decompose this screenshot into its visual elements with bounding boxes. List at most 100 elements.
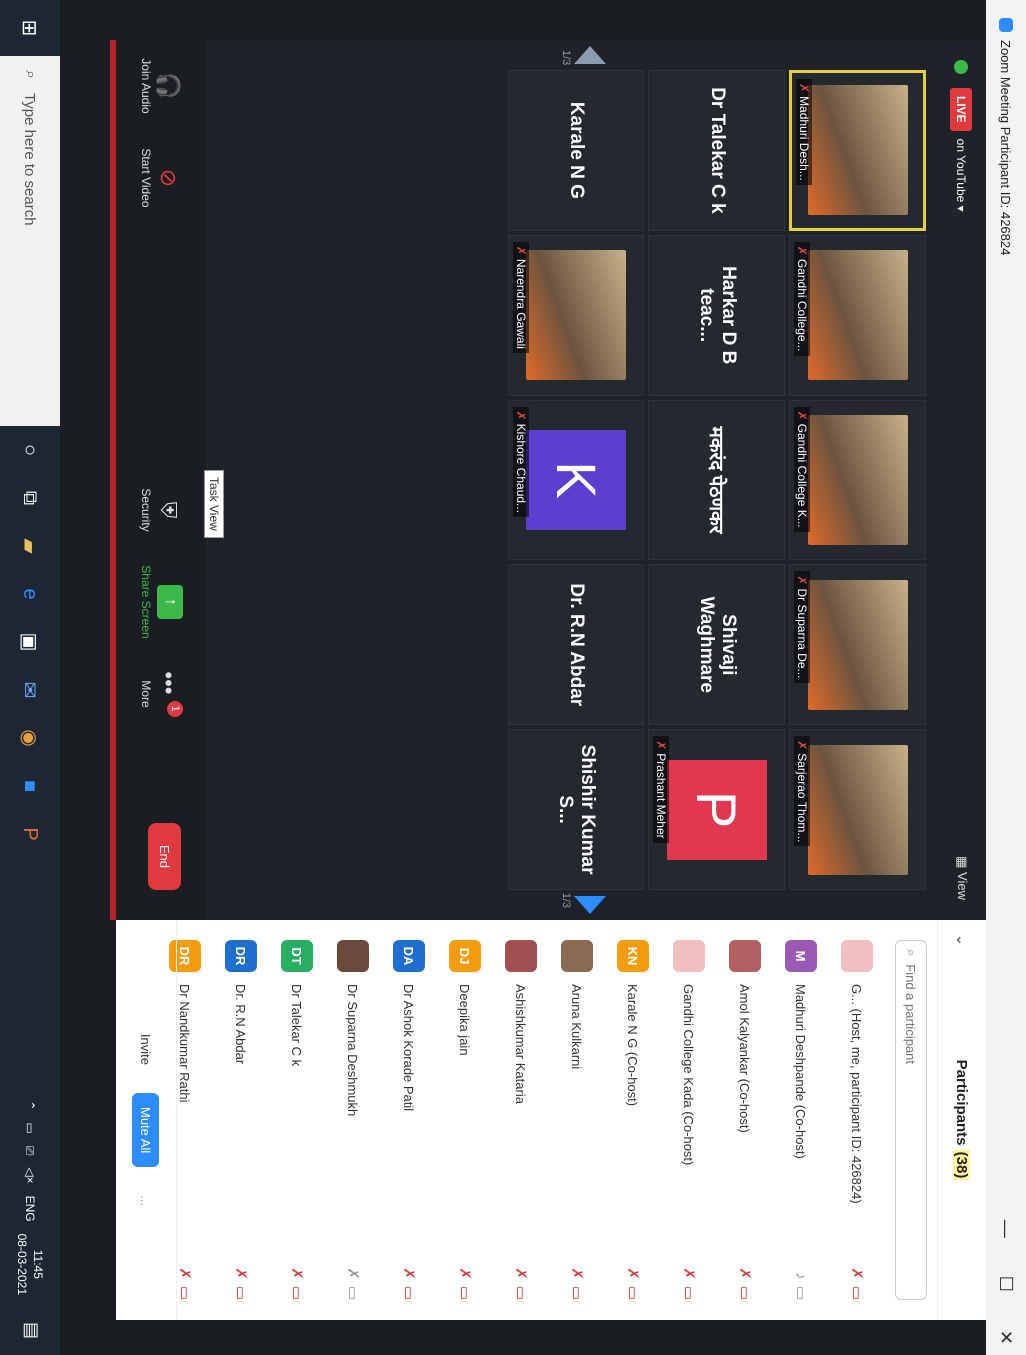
mic-muted-icon[interactable]: ✗ <box>400 1267 417 1280</box>
windows-start-icon[interactable]: ⊞ <box>18 0 43 56</box>
participant-row[interactable]: M Madhuri Deshpande (Co-host) ♪▭ <box>773 920 829 1320</box>
file-explorer-icon[interactable]: ▰ <box>18 522 43 570</box>
video-tile[interactable]: ✗ Narendra Gawali <box>507 234 645 396</box>
view-button[interactable]: ▦ View <box>954 856 970 900</box>
video-off-icon[interactable]: ▭ <box>344 1286 361 1300</box>
end-meeting-button[interactable]: End <box>148 822 181 890</box>
mic-icon[interactable]: ♪ <box>792 1272 809 1280</box>
window-title: Zoom Meeting Participant ID: 426824 <box>998 40 1014 256</box>
participant-status-icons: ✗▭ <box>512 1267 530 1300</box>
mic-muted-icon[interactable]: ✗ <box>176 1267 193 1280</box>
tray-chevron-icon[interactable]: ⌃ <box>23 1100 37 1110</box>
video-off-icon[interactable]: ▭ <box>568 1286 585 1300</box>
video-tile[interactable]: Karale N G <box>507 70 645 231</box>
close-button[interactable]: ✕ <box>996 1330 1017 1345</box>
view-label: View <box>955 872 970 900</box>
video-tile[interactable]: ✗ Sarjerao Thom... <box>789 729 926 890</box>
mic-muted-icon[interactable]: ✗ <box>288 1267 305 1280</box>
system-tray: ⌃ ▭ ⎚ ◁× ENG 11:45 08-03-2021 <box>0 1100 60 1295</box>
video-off-icon[interactable]: ▭ <box>512 1286 529 1300</box>
mic-muted-icon[interactable]: ✗ <box>456 1267 473 1280</box>
video-tile[interactable]: Shivaji Waghmare <box>648 564 786 726</box>
powerpoint-icon[interactable]: P <box>19 810 42 858</box>
page-indicator-left: 1/3 <box>560 50 572 66</box>
video-off-icon[interactable]: ▭ <box>456 1286 473 1300</box>
edge-icon[interactable]: e <box>19 570 42 618</box>
participant-row[interactable]: Amol Kalyankar (Co-host) ✗▭ <box>717 920 773 1320</box>
chrome-icon[interactable]: ◉ <box>18 714 43 762</box>
video-off-icon[interactable]: ▭ <box>848 1286 865 1300</box>
video-tile[interactable]: Harkar D B teac... <box>648 234 786 396</box>
mic-muted-icon[interactable]: ✗ <box>512 1267 529 1280</box>
more-button[interactable]: ••• 1 More <box>139 648 183 740</box>
live-on-youtube-dropdown[interactable]: on YouTube ▾ <box>954 139 968 212</box>
prev-page-arrow-icon[interactable] <box>574 46 606 64</box>
video-tile[interactable]: ✗ Gandhi College K... <box>789 399 926 561</box>
video-tile[interactable]: Dr. R.N Abdar <box>507 564 645 726</box>
live-badge[interactable]: LIVE <box>950 88 972 131</box>
participant-name: Ashishkumar Kataria <box>513 984 529 1104</box>
mic-muted-icon[interactable]: ✗ <box>680 1267 697 1280</box>
video-off-icon[interactable]: ▭ <box>176 1286 193 1300</box>
participant-row[interactable]: Ashishkumar Kataria ✗▭ <box>493 920 549 1320</box>
participant-row[interactable]: DR Dr. R.N Abdar ✗▭ <box>213 920 269 1320</box>
video-tile[interactable]: ✗ Dr Suparna De... <box>789 564 926 726</box>
video-tile[interactable]: मकरंद पेठणकर <box>648 399 786 561</box>
video-tile[interactable]: P ✗ Prashant Meher <box>648 729 786 890</box>
start-video-button[interactable]: ⊘ Start Video <box>139 132 183 224</box>
video-off-icon[interactable]: ▭ <box>232 1286 249 1300</box>
participant-row[interactable]: DA Dr Ashok Korade Patil ✗▭ <box>381 920 437 1320</box>
chevron-down-icon[interactable]: ⌄ <box>954 934 971 946</box>
video-off-icon[interactable]: ▭ <box>624 1286 641 1300</box>
task-view-icon[interactable]: ⧉ <box>19 474 42 522</box>
minimize-button[interactable]: — <box>996 1220 1017 1238</box>
next-page-arrow-icon[interactable] <box>574 896 606 914</box>
participant-row[interactable]: G... (Host, me, participant ID: 426824) ✗… <box>829 920 885 1320</box>
mic-muted-icon[interactable]: ✗ <box>736 1267 753 1280</box>
invite-button[interactable]: Invite <box>133 1024 160 1075</box>
zoom-taskbar-icon[interactable]: ■ <box>19 762 42 810</box>
participant-search-input[interactable] <box>902 962 920 1267</box>
participant-search[interactable]: ⌕ <box>895 940 927 1300</box>
participant-row[interactable]: DJ Deepika jain ✗▭ <box>437 920 493 1320</box>
more-options-button[interactable]: ... <box>133 1185 160 1216</box>
mail-icon[interactable]: ✉ <box>18 666 43 714</box>
participant-initial-avatar: K <box>526 429 627 530</box>
mic-muted-icon[interactable]: ✗ <box>848 1267 865 1280</box>
video-off-icon[interactable]: ▭ <box>736 1286 753 1300</box>
participant-row[interactable]: KN Karale N G (Co-host) ✗▭ <box>605 920 661 1320</box>
video-off-icon[interactable]: ▭ <box>792 1286 809 1300</box>
video-tile[interactable]: Dr Talekar C k <box>648 70 786 231</box>
notification-icon[interactable]: ▤ <box>21 1322 42 1339</box>
clock[interactable]: 11:45 08-03-2021 <box>14 1234 46 1295</box>
store-icon[interactable]: ▣ <box>18 618 43 666</box>
video-tile[interactable]: K ✗ Kishore Chaud... <box>507 399 645 561</box>
participant-row[interactable]: Aruna Kulkarni ✗▭ <box>549 920 605 1320</box>
security-shield-icon[interactable] <box>954 60 968 74</box>
maximize-button[interactable]: ☐ <box>996 1276 1017 1292</box>
security-button[interactable]: ⛨ Security <box>139 464 183 556</box>
mic-muted-icon[interactable]: ✗ <box>232 1267 249 1280</box>
video-off-icon[interactable]: ▭ <box>400 1286 417 1300</box>
mic-muted-icon[interactable]: ✗ <box>568 1267 585 1280</box>
volume-icon[interactable]: ◁× <box>23 1167 37 1183</box>
video-off-icon[interactable]: ▭ <box>680 1286 697 1300</box>
video-tile[interactable]: ✗ Madhuri Desh... <box>789 70 926 231</box>
cortana-icon[interactable]: ○ <box>19 426 42 474</box>
video-off-icon[interactable]: ▭ <box>288 1286 305 1300</box>
video-tile[interactable]: ✗ Gandhi College... <box>789 234 926 396</box>
mic-muted-icon[interactable]: ✗ <box>624 1267 641 1280</box>
mic-muted-icon: ✗ <box>513 245 528 256</box>
network-icon[interactable]: ⎚ <box>23 1146 38 1156</box>
share-screen-button[interactable]: ↑ Share Screen <box>139 556 183 648</box>
language-indicator[interactable]: ENG <box>23 1196 37 1222</box>
battery-icon[interactable]: ▭ <box>23 1122 37 1133</box>
participant-row[interactable]: DT Dr Talekar C k ✗▭ <box>269 920 325 1320</box>
mic-muted-icon[interactable]: ✗ <box>344 1267 361 1280</box>
video-tile[interactable]: Shishir Kumar S... <box>507 729 645 890</box>
mute-all-button[interactable]: Mute All <box>132 1092 160 1168</box>
participant-row[interactable]: Gandhi College Kada (Co-host) ✗▭ <box>661 920 717 1320</box>
taskbar-search[interactable]: ⌕ Type here to search <box>0 56 60 426</box>
participant-row[interactable]: Dr Suparna Deshmukh ✗▭ <box>325 920 381 1320</box>
join-audio-button[interactable]: 🎧 Join Audio <box>139 40 183 132</box>
